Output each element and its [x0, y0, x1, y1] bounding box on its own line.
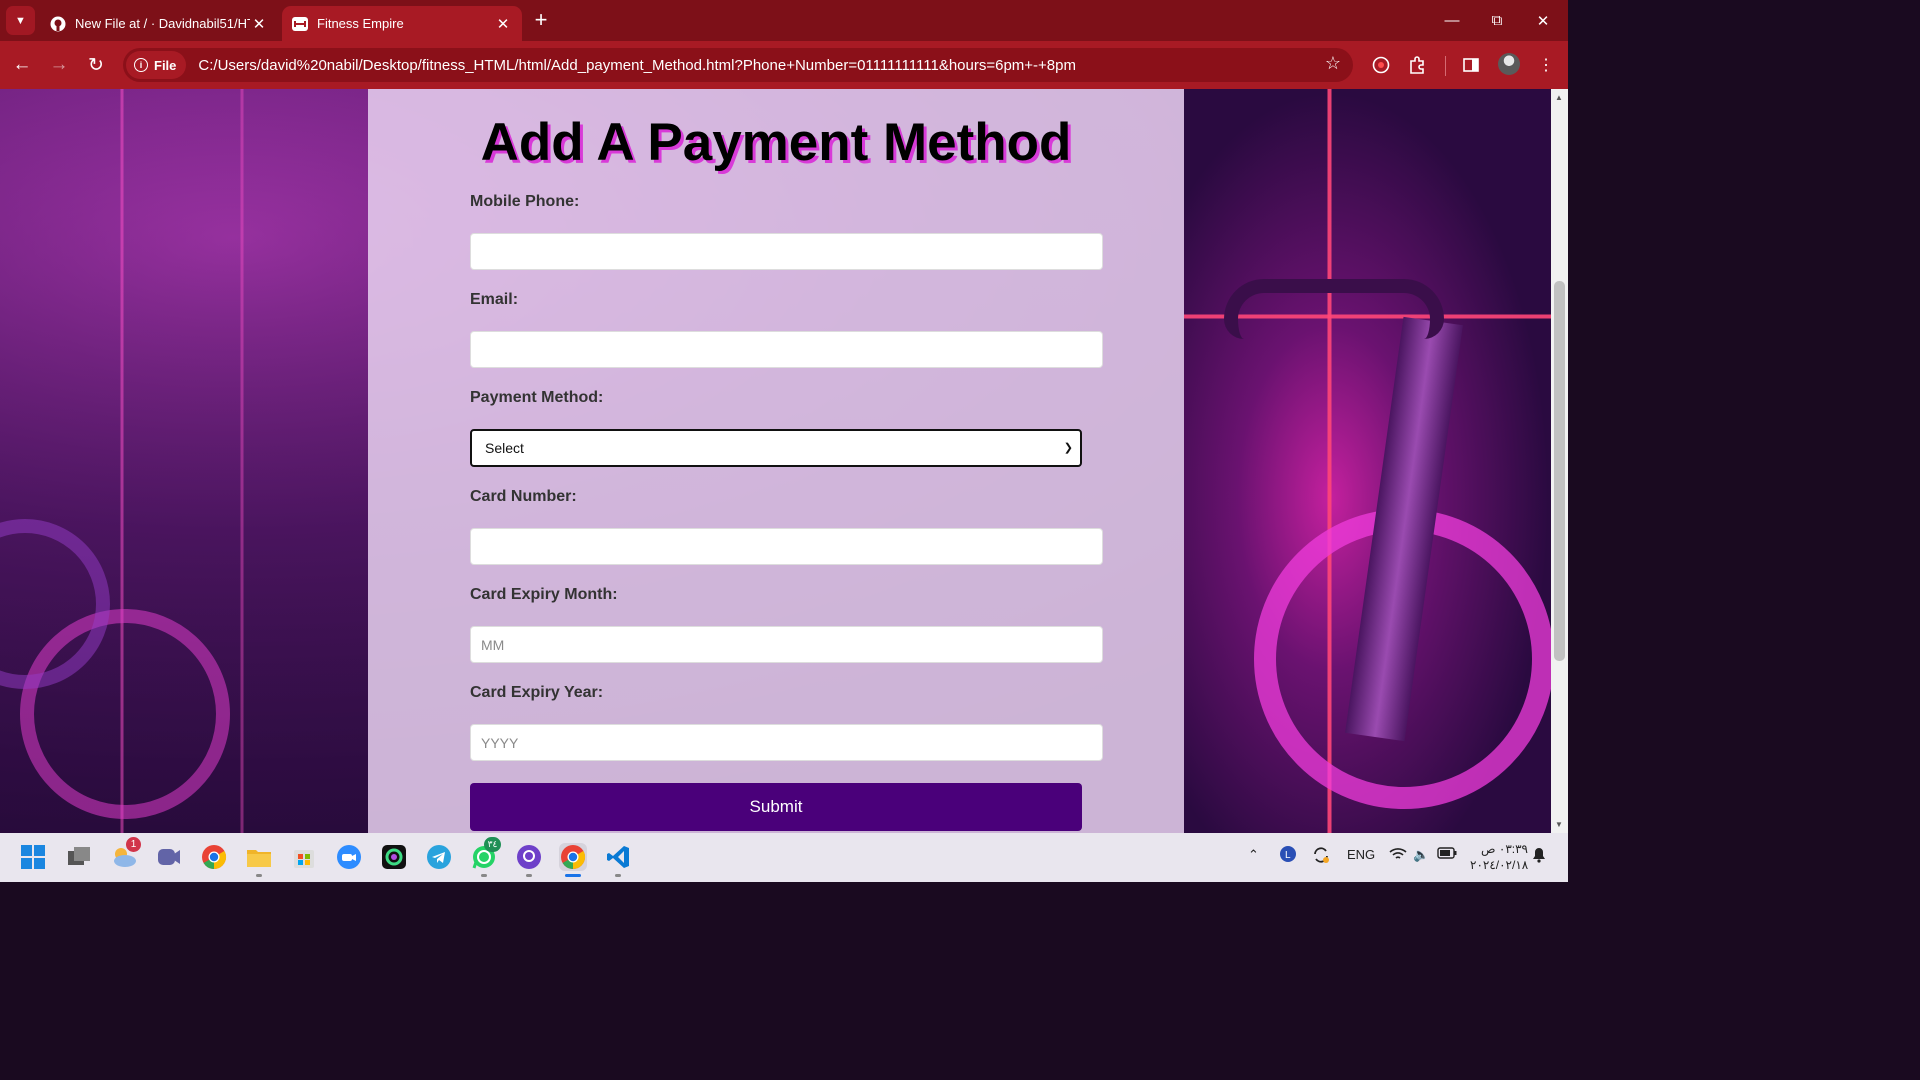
vscode-icon: [607, 846, 629, 868]
video-chat-icon: [158, 849, 180, 865]
card-expiry-year-label: Card Expiry Year:: [470, 684, 604, 701]
clock-date: ٢٠٢٤/٠٢/١٨: [1470, 858, 1529, 872]
reload-icon: ↻: [88, 54, 104, 76]
chrome-taskbar-button[interactable]: [200, 843, 228, 871]
tab-fitness-empire[interactable]: Fitness Empire ✕: [282, 6, 522, 41]
whatsapp-button[interactable]: ٣٤: [470, 837, 501, 877]
submit-button[interactable]: Submit: [470, 783, 1082, 831]
background-bike-handlebar: [1224, 279, 1444, 339]
task-view-icon: [68, 847, 90, 865]
github-icon: [50, 16, 66, 32]
windows-logo-icon: [21, 845, 45, 869]
card-expiry-month-input[interactable]: [470, 626, 1103, 663]
email-label: Email:: [470, 291, 519, 308]
tab-title: Fitness Empire: [317, 16, 404, 31]
mobile-phone-input[interactable]: [470, 233, 1103, 270]
task-view-button[interactable]: [65, 843, 93, 871]
l-app-tray-icon[interactable]: L: [1279, 845, 1297, 866]
close-tab-icon[interactable]: ✕: [250, 15, 268, 33]
email-input[interactable]: [470, 331, 1103, 368]
circle-app-icon: [382, 845, 406, 869]
address-bar[interactable]: i File C:/Users/david%20nabil/Desktop/fi…: [123, 48, 1353, 82]
telegram-icon: [427, 845, 451, 869]
back-button[interactable]: ←: [8, 51, 36, 79]
site-info-label: File: [154, 57, 177, 73]
tab-title: New File at / · Davidnabil51/HT: [75, 16, 250, 31]
github-desktop-button[interactable]: [515, 843, 543, 877]
browser-menu-icon[interactable]: ⋮: [1535, 54, 1557, 76]
minimize-button[interactable]: —: [1429, 0, 1475, 41]
tab-strip: ▼ New File at / · Davidnabil51/HT ✕ Fitn…: [0, 0, 1568, 41]
forward-button[interactable]: →: [45, 51, 73, 79]
toolbar-divider: [1445, 56, 1446, 76]
weather-widget-button[interactable]: 1: [110, 837, 141, 871]
new-tab-button[interactable]: +: [530, 8, 552, 34]
vscode-button[interactable]: [604, 843, 632, 877]
show-hidden-icons-chevron-icon[interactable]: ⌃: [1248, 847, 1259, 863]
payment-method-select[interactable]: Select ❯: [470, 429, 1082, 467]
scrollbar-thumb[interactable]: [1554, 281, 1565, 661]
side-panel-icon[interactable]: [1460, 54, 1482, 76]
notification-badge: 1: [126, 837, 141, 852]
mobile-phone-label: Mobile Phone:: [470, 193, 580, 210]
payment-method-selected: Select: [485, 440, 524, 456]
input-language-indicator[interactable]: ENG: [1347, 847, 1375, 862]
close-tab-icon[interactable]: ✕: [494, 15, 512, 33]
restore-button[interactable]: ⧉: [1474, 0, 1520, 41]
windows-taskbar: 1 ٣٤ ⌃ L ENG 🔈 ٠٣:٣٩ ص ٢٠٢٤/٠٢/١٨: [0, 833, 1568, 882]
site-icon: [292, 16, 308, 32]
chevron-down-icon: ❯: [1063, 442, 1073, 454]
notification-bell-icon[interactable]: [1532, 847, 1546, 866]
browser-toolbar: ← → ↻ i File C:/Users/david%20nabil/Desk…: [0, 41, 1568, 89]
arrow-right-icon: →: [49, 54, 69, 75]
sync-tray-icon[interactable]: [1311, 845, 1331, 868]
telegram-button[interactable]: [425, 843, 453, 871]
page-scrollbar[interactable]: ▲ ▼: [1551, 89, 1568, 833]
arrow-left-icon: ←: [12, 54, 32, 75]
scroll-down-icon[interactable]: ▼: [1555, 820, 1563, 829]
start-button[interactable]: [19, 843, 47, 871]
teams-chat-button[interactable]: [155, 843, 183, 871]
zoom-icon: [337, 845, 361, 869]
site-info-chip[interactable]: i File: [126, 51, 187, 79]
chrome-icon: [202, 845, 227, 869]
bookmark-star-icon[interactable]: ☆: [1325, 53, 1341, 74]
reload-button[interactable]: ↻: [82, 51, 110, 79]
chevron-down-icon: ▼: [15, 14, 26, 27]
extensions-puzzle-icon[interactable]: [1406, 54, 1428, 76]
microsoft-store-button[interactable]: [290, 843, 318, 871]
background-image-right: [1184, 89, 1551, 833]
record-extension-icon[interactable]: [1370, 54, 1392, 76]
profile-avatar[interactable]: [1498, 53, 1520, 75]
card-expiry-month-label: Card Expiry Month:: [470, 586, 618, 603]
card-expiry-year-input[interactable]: [470, 724, 1103, 761]
notification-badge: ٣٤: [484, 837, 501, 852]
clock[interactable]: ٠٣:٣٩ ص ٢٠٢٤/٠٢/١٨: [1470, 841, 1528, 873]
scroll-up-icon[interactable]: ▲: [1555, 93, 1563, 102]
store-icon: [294, 850, 314, 868]
svg-text:L: L: [1285, 850, 1291, 861]
zoom-button[interactable]: [335, 843, 363, 871]
github-desktop-icon: [517, 845, 541, 869]
url-text[interactable]: C:/Users/david%20nabil/Desktop/fitness_H…: [198, 57, 1076, 74]
chrome-icon: [561, 845, 586, 869]
page-viewport: Add A Payment Method Mobile Phone: Email…: [0, 89, 1551, 833]
close-window-button[interactable]: ✕: [1520, 0, 1566, 41]
battery-icon[interactable]: [1437, 847, 1457, 862]
page-title: Add A Payment Method: [480, 113, 1072, 172]
file-explorer-button[interactable]: [245, 843, 273, 877]
info-icon: i: [134, 58, 148, 72]
volume-icon[interactable]: 🔈: [1413, 847, 1429, 863]
tab-github[interactable]: New File at / · Davidnabil51/HT ✕: [40, 6, 278, 41]
green-app-button[interactable]: [380, 843, 408, 871]
tab-search-button[interactable]: ▼: [6, 6, 35, 35]
card-number-label: Card Number:: [470, 488, 577, 505]
folder-icon: [247, 850, 271, 867]
card-number-input[interactable]: [470, 528, 1103, 565]
wifi-icon[interactable]: [1389, 847, 1407, 864]
payment-method-label: Payment Method:: [470, 389, 604, 406]
chrome-active-button[interactable]: [559, 843, 587, 877]
clock-time: ٠٣:٣٩ ص: [1481, 842, 1528, 856]
